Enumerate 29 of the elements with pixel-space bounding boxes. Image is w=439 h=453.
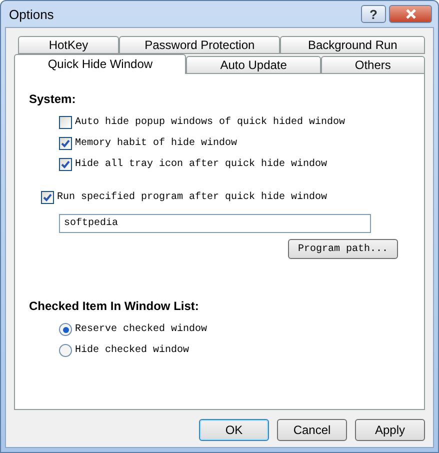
- tab[interactable]: Auto Update: [186, 56, 321, 74]
- radio-label: Hide checked window: [75, 345, 190, 356]
- close-button[interactable]: [389, 5, 432, 23]
- checkbox[interactable]: [59, 137, 72, 150]
- radio-label: Reserve checked window: [75, 324, 208, 335]
- dialog-button[interactable]: Cancel: [277, 419, 347, 441]
- tab[interactable]: Password Protection: [119, 36, 280, 54]
- tab[interactable]: Quick Hide Window: [14, 54, 186, 74]
- window-title: Options: [9, 6, 54, 22]
- checkbox[interactable]: [59, 158, 72, 171]
- checkbox[interactable]: [41, 191, 54, 204]
- radio-button[interactable]: [59, 323, 72, 336]
- checkbox-label: Run specified program after quick hide window: [57, 192, 328, 203]
- dialog-button[interactable]: Apply: [355, 419, 425, 441]
- radio-button[interactable]: [59, 344, 72, 357]
- section-heading: System:: [29, 92, 77, 106]
- dialog-button[interactable]: OK: [199, 419, 269, 441]
- checkbox-label: Hide all tray icon after quick hide window: [75, 159, 328, 170]
- checkbox[interactable]: [59, 116, 72, 129]
- checkbox-label: Auto hide popup windows of quick hided window: [75, 117, 346, 128]
- tab[interactable]: Background Run: [280, 36, 425, 54]
- section-heading: Checked Item In Window List:: [29, 299, 200, 313]
- close-icon: [406, 9, 416, 19]
- program-field[interactable]: softpedia: [59, 214, 371, 233]
- help-button[interactable]: ?: [361, 5, 386, 23]
- tab[interactable]: Others: [320, 56, 425, 74]
- program-path-button[interactable]: Program path...: [288, 239, 398, 259]
- tab[interactable]: HotKey: [18, 36, 120, 54]
- checkbox-label: Memory habit of hide window: [75, 138, 238, 149]
